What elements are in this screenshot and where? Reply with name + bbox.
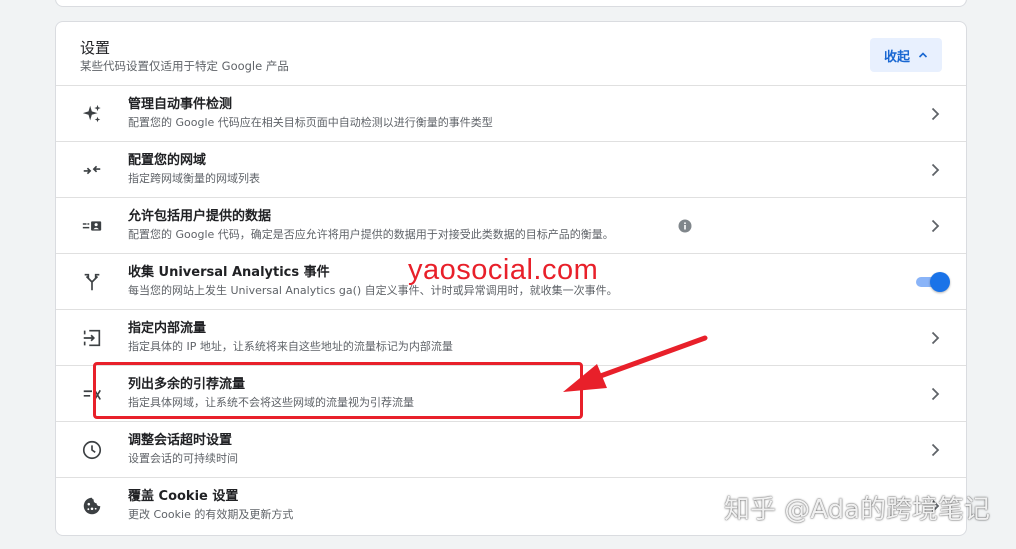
settings-header: 设置 某些代码设置仅适用于特定 Google 产品 收起 bbox=[56, 22, 966, 86]
user-data-icon bbox=[80, 214, 104, 238]
settings-row-internal-traffic[interactable]: 指定内部流量 指定具体的 IP 地址，让系统将来自这些地址的流量标记为内部流量 bbox=[56, 310, 966, 366]
annotation-highlight-box bbox=[93, 362, 583, 419]
row-description: 配置您的 Google 代码，确定是否应允许将用户提供的数据用于对接受此类数据的… bbox=[128, 228, 614, 241]
row-description: 指定具体的 IP 地址，让系统将来自这些地址的流量标记为内部流量 bbox=[128, 340, 453, 353]
row-title: 覆盖 Cookie 设置 bbox=[128, 489, 239, 504]
settings-row-session-timeout[interactable]: 调整会话超时设置 设置会话的可持续时间 bbox=[56, 422, 966, 478]
chevron-right-icon[interactable] bbox=[926, 329, 944, 347]
collapse-button-label: 收起 bbox=[883, 49, 910, 65]
cookie-icon bbox=[80, 494, 104, 518]
row-title: 管理自动事件检测 bbox=[128, 97, 233, 112]
chevron-right-icon[interactable] bbox=[926, 441, 944, 459]
chevron-right-icon[interactable] bbox=[926, 385, 944, 403]
site-watermark: yaosocial.com bbox=[408, 254, 599, 286]
settings-title: 设置 bbox=[80, 39, 111, 57]
settings-row-domains[interactable]: 配置您的网域 指定跨网域衡量的网域列表 bbox=[56, 142, 966, 198]
row-title: 允许包括用户提供的数据 bbox=[128, 209, 272, 224]
row-title: 调整会话超时设置 bbox=[128, 433, 233, 448]
row-title: 配置您的网域 bbox=[128, 153, 207, 168]
ua-events-toggle[interactable] bbox=[914, 272, 950, 292]
collapse-button[interactable]: 收起 bbox=[870, 38, 942, 72]
previous-card bbox=[55, 0, 967, 7]
merge-arrows-icon bbox=[80, 158, 104, 182]
chevron-right-icon[interactable] bbox=[926, 105, 944, 123]
chevron-up-icon bbox=[918, 52, 928, 58]
settings-row-user-data[interactable]: 允许包括用户提供的数据 配置您的 Google 代码，确定是否应允许将用户提供的… bbox=[56, 198, 966, 254]
settings-row-auto-events[interactable]: 管理自动事件检测 配置您的 Google 代码应在相关目标页面中自动检测以进行衡… bbox=[56, 86, 966, 142]
zhihu-watermark: 知乎 @Ada的跨境笔记 bbox=[723, 495, 990, 525]
clock-icon bbox=[80, 438, 104, 462]
settings-subtitle: 某些代码设置仅适用于特定 Google 产品 bbox=[80, 59, 289, 73]
fork-icon bbox=[80, 270, 104, 294]
chevron-right-icon[interactable] bbox=[926, 161, 944, 179]
row-title: 指定内部流量 bbox=[128, 321, 207, 336]
row-description: 配置您的 Google 代码应在相关目标页面中自动检测以进行衡量的事件类型 bbox=[128, 116, 493, 129]
info-icon[interactable] bbox=[678, 219, 692, 233]
sparkle-icon bbox=[80, 102, 104, 126]
row-description: 设置会话的可持续时间 bbox=[128, 452, 238, 465]
row-description: 指定跨网域衡量的网域列表 bbox=[128, 172, 260, 185]
annotation-arrow-icon bbox=[563, 335, 708, 392]
chevron-right-icon[interactable] bbox=[926, 217, 944, 235]
row-description: 更改 Cookie 的有效期及更新方式 bbox=[128, 508, 294, 521]
toggle-knob bbox=[930, 272, 950, 292]
login-icon bbox=[80, 326, 104, 350]
